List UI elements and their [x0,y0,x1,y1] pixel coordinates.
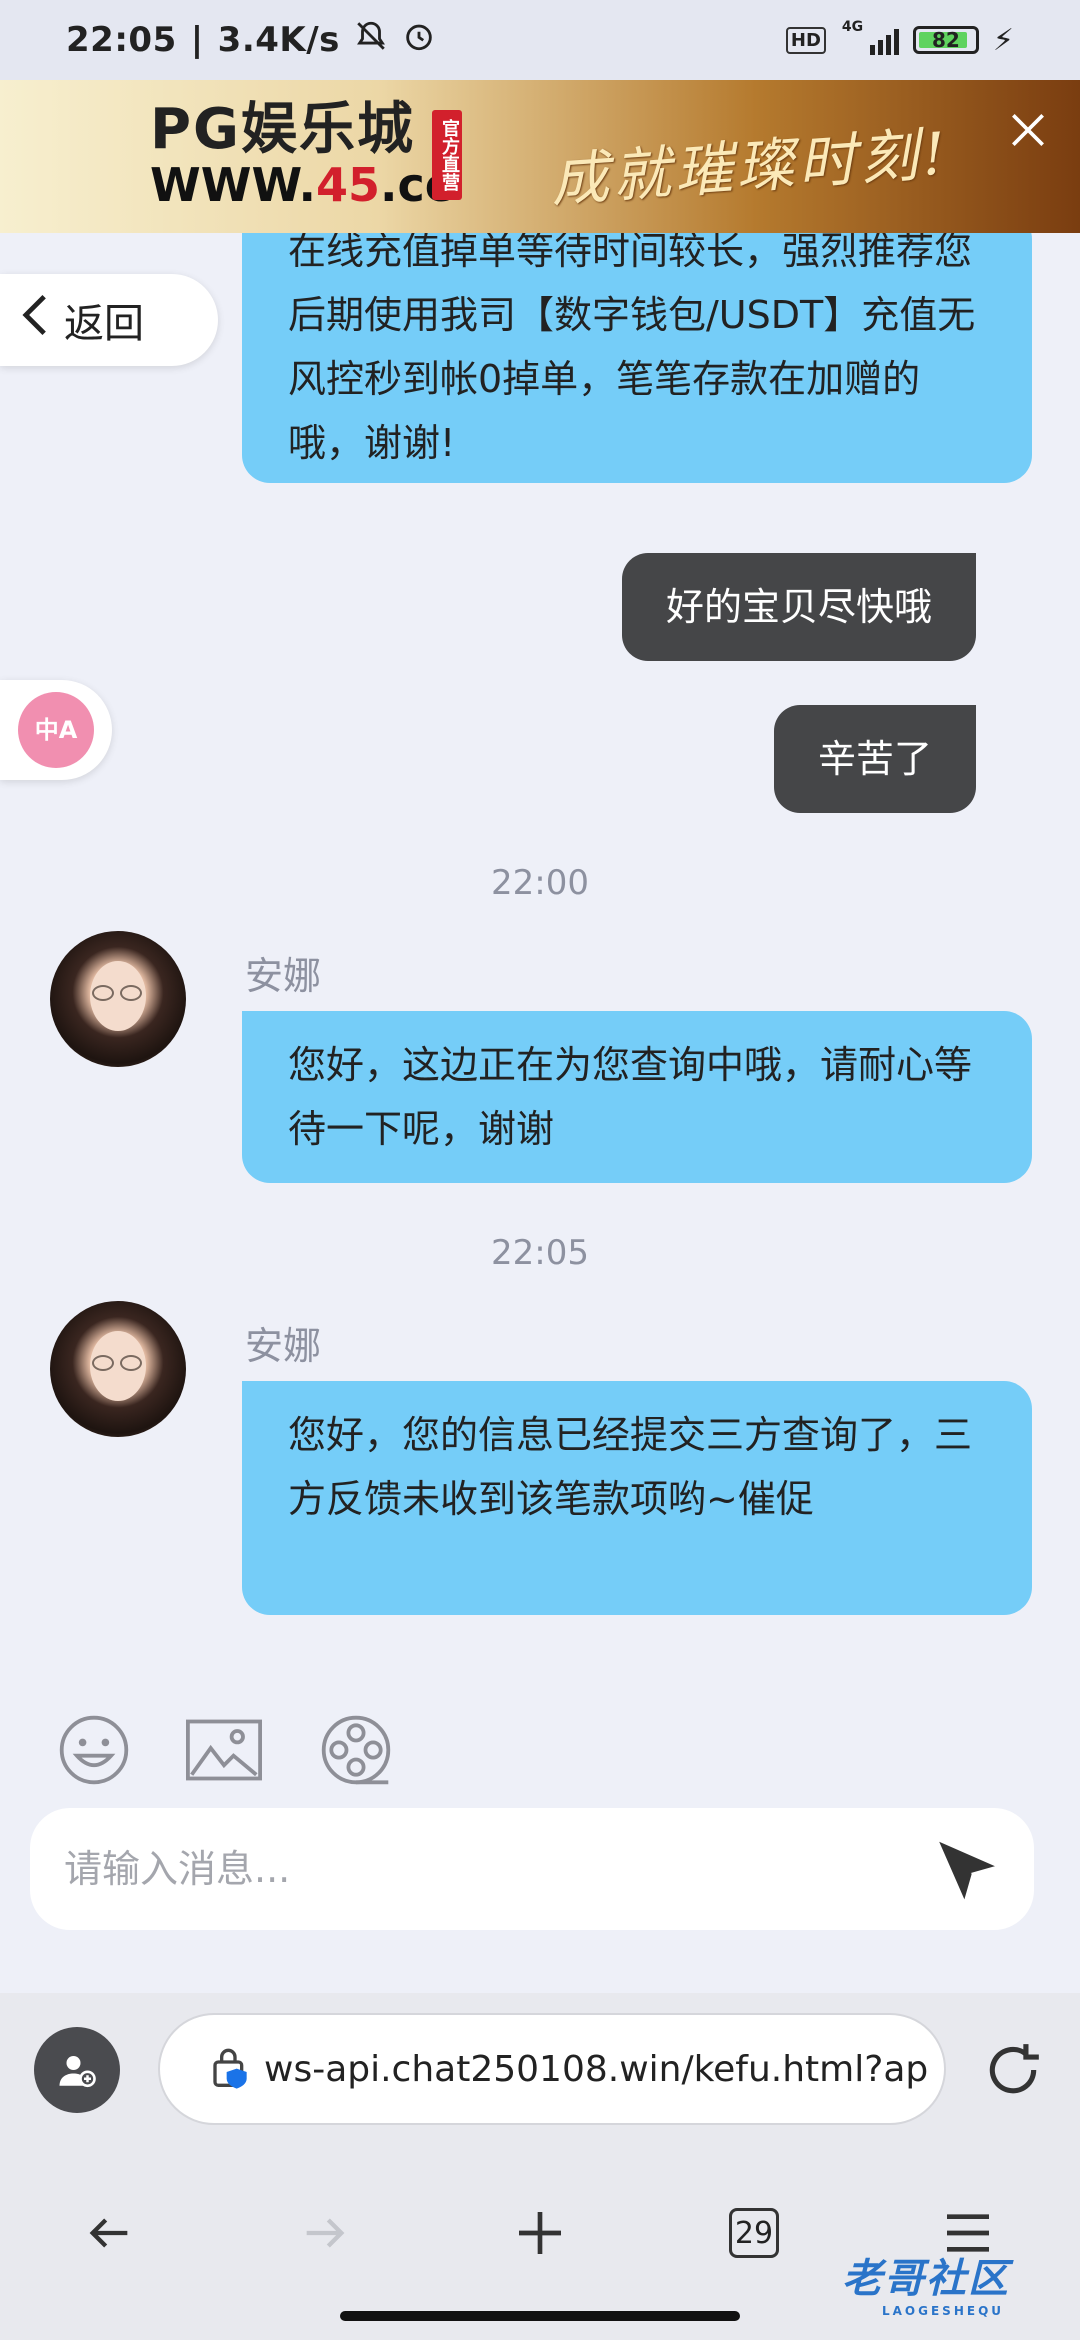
sender-name: 安娜 [245,954,322,998]
ad-banner[interactable]: PG娱乐城 WWW.45.cc 官方直营 成就璀璨时刻! [0,80,1080,233]
composer-toolbar [0,1700,1080,1800]
message-bubble-incoming: 在线充值掉单等待时间较长，强烈推荐您后期使用我司【数字钱包/USDT】充值无风控… [242,233,1032,483]
send-icon[interactable] [932,1831,1004,1907]
watermark-sub: LAOGESHEQU [882,2304,1005,2318]
add-profile-icon[interactable] [34,2027,120,2113]
tab-count: 29 [729,2208,779,2258]
watermark-text: 老哥社区 [842,2256,1010,2302]
alarm-icon [402,19,436,62]
forward-arrow-icon[interactable] [284,2193,364,2273]
message-bubble-incoming: 您好，您的信息已经提交三方查询了，三方反馈未收到该笔款项哟~催促 [242,1381,1032,1615]
message-timestamp: 22:00 [491,863,589,903]
back-label: 返回 [64,301,144,347]
translate-icon: 中A [18,692,94,768]
chat-area[interactable]: 在线充值掉单等待时间较长，强烈推荐您后期使用我司【数字钱包/USDT】充值无风控… [0,233,1080,1653]
address-bar[interactable]: ws-api.chat250108.win/kefu.html?ap [158,2013,946,2125]
mute-icon [354,19,388,62]
logo-num: 45 [315,158,380,212]
home-indicator[interactable] [340,2311,740,2321]
translate-button[interactable]: 中A [0,680,112,780]
hd-icon: HD [785,26,826,54]
message-input[interactable] [64,1847,932,1891]
ad-slogan: 成就璀璨时刻! [548,119,952,215]
tab-switcher-button[interactable]: 29 [714,2193,794,2273]
message-text: 好的宝贝尽快哦 [665,585,932,629]
status-bar: 22:05 | 3.4K/s HD 4G 82 ⚡ [0,0,1080,80]
ad-badge: 官方直营 [432,110,462,200]
sender-name: 安娜 [245,1324,322,1368]
message-text: 您好，您的信息已经提交三方查询了，三方反馈未收到该笔款项哟~催促 [288,1413,973,1521]
emoji-icon[interactable] [56,1712,132,1788]
new-tab-plus-icon[interactable] [500,2193,580,2273]
message-text: 您好，这边正在为您查询中哦，请耐心等待一下呢，谢谢 [288,1043,973,1151]
image-icon[interactable] [184,1712,262,1788]
battery-icon: 82 [912,26,979,54]
close-ad-icon[interactable] [1006,108,1050,161]
ad-logo: PG娱乐城 WWW.45.cc [150,102,452,209]
agent-avatar[interactable] [50,1301,186,1437]
message-bubble-outgoing: 辛苦了 [773,705,976,813]
message-bubble-outgoing: 好的宝贝尽快哦 [621,553,976,661]
message-text: 辛苦了 [817,737,932,781]
message-bubble-incoming: 您好，这边正在为您查询中哦，请耐心等待一下呢，谢谢 [242,1011,1032,1183]
status-time: 22:05 [66,20,177,60]
logo-name: 娱乐城 [241,97,416,162]
chevron-left-icon [20,293,50,347]
video-reel-icon[interactable] [318,1712,394,1788]
message-composer [30,1808,1034,1930]
url-text: ws-api.chat250108.win/kefu.html?ap [264,2048,929,2090]
back-arrow-icon[interactable] [70,2193,150,2273]
signal-icon: 4G [840,19,899,55]
charging-icon: ⚡ [992,22,1014,58]
battery-level: 82 [932,28,960,52]
message-timestamp: 22:05 [491,1233,589,1273]
back-button[interactable]: 返回 [0,274,218,366]
logo-pg: PG [150,97,242,162]
network-type: 4G [841,19,864,35]
status-net-speed: 3.4K/s [217,20,340,60]
watermark-logo: 老哥社区 LAOGESHEQU [842,2246,1010,2318]
logo-www: WWW. [150,158,316,212]
secure-lock-icon [210,2045,250,2093]
agent-avatar[interactable] [50,931,186,1067]
message-text: 在线充值掉单等待时间较长，强烈推荐您后期使用我司【数字钱包/USDT】充值无风控… [288,233,976,465]
reload-icon[interactable] [982,2039,1044,2101]
